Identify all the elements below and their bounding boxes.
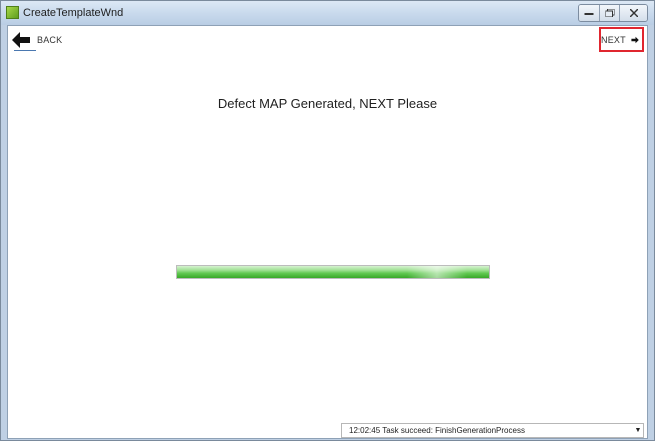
progress-bar (176, 265, 490, 279)
restore-icon (605, 9, 614, 17)
log-dropdown[interactable]: 12:02:45 Task succeed: FinishGenerationP… (341, 423, 644, 438)
next-button[interactable]: NEXT (599, 27, 644, 52)
maximize-button[interactable] (599, 5, 619, 21)
back-label: BACK (37, 35, 63, 45)
minimize-icon (584, 13, 594, 15)
close-button[interactable] (619, 5, 647, 21)
status-message: Defect MAP Generated, NEXT Please (217, 96, 438, 111)
app-window: CreateTemplateWnd BACK NEXT Defect MAP G… (0, 0, 655, 441)
title-bar[interactable]: CreateTemplateWnd (1, 1, 654, 25)
app-icon (6, 6, 19, 19)
next-label: NEXT (601, 34, 626, 45)
log-entry: 12:02:45 Task succeed: FinishGenerationP… (349, 426, 525, 435)
window-controls (578, 4, 648, 22)
back-button[interactable]: BACK (11, 29, 62, 51)
progress-shine (407, 266, 467, 278)
dropdown-arrow-icon[interactable]: ▼ (633, 427, 643, 434)
arrow-right-icon (631, 36, 639, 43)
arrow-left-icon (12, 32, 30, 48)
close-icon (629, 9, 638, 17)
window-title: CreateTemplateWnd (23, 7, 124, 19)
minimize-button[interactable] (579, 5, 599, 21)
back-focus-underline (14, 50, 36, 51)
content-area: BACK NEXT Defect MAP Generated, NEXT Ple… (7, 25, 648, 439)
